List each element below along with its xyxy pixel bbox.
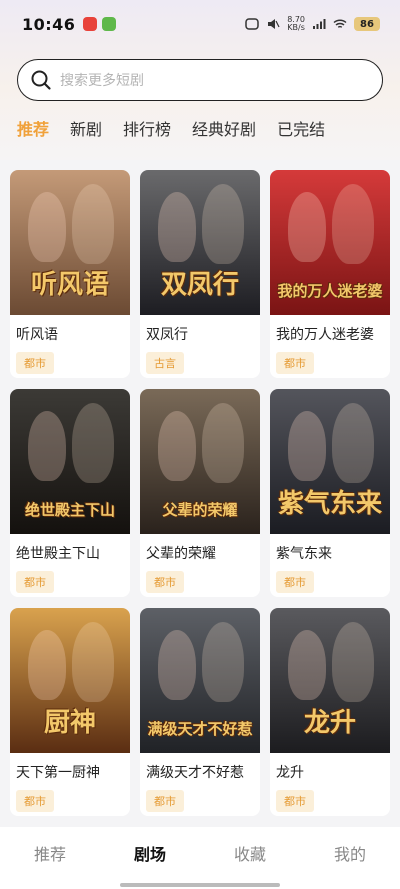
drama-card[interactable]: 绝世殿主下山 绝世殿主下山 都市 (10, 389, 130, 597)
poster-title-art: 紫气东来 (277, 489, 382, 519)
wifi-icon (333, 19, 347, 28)
category-tabs: 推荐 新剧 排行榜 经典好剧 已完结 (17, 118, 346, 142)
drama-title[interactable]: 龙升 (270, 753, 390, 782)
genre-tag: 古言 (146, 352, 184, 374)
tab-2[interactable]: 排行榜 (123, 118, 171, 142)
poster-title-art: 父辈的荣耀 (162, 501, 238, 519)
drama-poster[interactable]: 绝世殿主下山 (10, 389, 130, 534)
poster-figure (288, 411, 326, 481)
drama-card[interactable]: 厨神天下第一厨神都市 (10, 608, 130, 816)
poster-title-art: 双凤行 (160, 270, 239, 300)
notification-game-icon (102, 17, 117, 31)
nav-item-2[interactable]: 收藏 (234, 841, 266, 865)
poster-figure (288, 192, 326, 262)
genre-tag: 都市 (146, 571, 184, 593)
drama-poster[interactable]: 听风语 (10, 170, 130, 315)
genre-tag: 都市 (16, 352, 54, 374)
network-speed: 8.70 KB/s (287, 15, 305, 32)
poster-figure (72, 403, 114, 483)
poster-figure (202, 622, 244, 702)
poster-figure (158, 630, 196, 700)
poster-figure (158, 192, 196, 262)
genre-tag: 都市 (276, 571, 314, 593)
tab-4[interactable]: 已完结 (277, 118, 325, 142)
search-icon (31, 70, 51, 90)
drama-poster[interactable]: 满级天才不好惹 (140, 608, 260, 753)
poster-figure (28, 192, 66, 262)
status-bar: 10:46 8.70 KB/s 86 (0, 0, 400, 48)
nav-item-0[interactable]: 推荐 (34, 841, 66, 865)
status-time: 10:46 (22, 14, 76, 34)
drama-poster[interactable]: 厨神 (10, 608, 130, 753)
drama-grid: 听风语 听风语 都市 双凤行 双凤行 古言 我的万人迷老婆 我的万人迷老婆 都市 绝世殿主下山 绝世… (10, 170, 390, 827)
drama-poster[interactable]: 紫气东来 (270, 389, 390, 534)
poster-figure (28, 630, 66, 700)
tab-1[interactable]: 新剧 (70, 118, 102, 142)
drama-card[interactable]: 紫气东来 紫气东来 都市 (270, 389, 390, 597)
poster-figure (332, 184, 374, 264)
poster-figure (202, 403, 244, 483)
drama-title[interactable]: 父辈的荣耀 (140, 534, 260, 563)
poster-figure (72, 622, 114, 702)
drama-title[interactable]: 天下第一厨神 (10, 753, 130, 782)
drama-title[interactable]: 我的万人迷老婆 (270, 315, 390, 344)
notification-app-icon (83, 17, 98, 31)
genre-tag: 都市 (276, 352, 314, 374)
poster-figure (158, 411, 196, 481)
poster-figure (28, 411, 66, 481)
genre-tag: 都市 (16, 571, 54, 593)
search-placeholder: 搜索更多短剧 (60, 73, 144, 89)
poster-figure (332, 403, 374, 483)
drama-title[interactable]: 满级天才不好惹 (140, 753, 260, 782)
poster-title-art: 听风语 (30, 270, 109, 300)
drama-title[interactable]: 绝世殿主下山 (10, 534, 130, 563)
poster-title-art: 满级天才不好惹 (147, 720, 253, 738)
drama-poster[interactable]: 父辈的荣耀 (140, 389, 260, 534)
tab-3[interactable]: 经典好剧 (192, 118, 256, 142)
genre-tag: 都市 (16, 790, 54, 812)
genre-tag: 都市 (276, 790, 314, 812)
battery-indicator: 86 (354, 17, 380, 31)
drama-card[interactable]: 我的万人迷老婆 我的万人迷老婆 都市 (270, 170, 390, 378)
poster-title-art: 厨神 (43, 708, 96, 738)
drama-card[interactable]: 龙升 龙升 都市 (270, 608, 390, 816)
genre-tag: 都市 (146, 790, 184, 812)
drama-title[interactable]: 紫气东来 (270, 534, 390, 563)
tab-0[interactable]: 推荐 (17, 118, 49, 142)
poster-title-art: 我的万人迷老婆 (277, 282, 383, 300)
signal-icon (313, 19, 326, 29)
home-indicator[interactable] (120, 883, 280, 887)
poster-figure (72, 184, 114, 264)
nav-item-1[interactable]: 剧场 (134, 841, 166, 865)
drama-title[interactable]: 听风语 (10, 315, 130, 344)
mute-icon (268, 19, 280, 29)
search-input[interactable]: 搜索更多短剧 (17, 59, 383, 101)
drama-card[interactable]: 父辈的荣耀 父辈的荣耀 都市 (140, 389, 260, 597)
nav-item-3[interactable]: 我的 (334, 841, 366, 865)
poster-figure (202, 184, 244, 264)
drama-poster[interactable]: 龙升 (270, 608, 390, 753)
drama-card[interactable]: 满级天才不好惹 满级天才不好惹 都市 (140, 608, 260, 816)
drama-card[interactable]: 听风语 听风语 都市 (10, 170, 130, 378)
bottom-navigation: 推荐 剧场 收藏 我的 (0, 827, 400, 889)
drama-poster[interactable]: 双凤行 (140, 170, 260, 315)
drama-title[interactable]: 双凤行 (140, 315, 260, 344)
poster-figure (288, 630, 326, 700)
drama-card[interactable]: 双凤行 双凤行 古言 (140, 170, 260, 378)
drama-poster[interactable]: 我的万人迷老婆 (270, 170, 390, 315)
poster-title-art: 绝世殿主下山 (24, 501, 115, 519)
poster-title-art: 龙升 (303, 708, 356, 738)
alarm-icon (245, 18, 259, 30)
poster-figure (332, 622, 374, 702)
status-indicators: 8.70 KB/s 86 (245, 16, 380, 32)
